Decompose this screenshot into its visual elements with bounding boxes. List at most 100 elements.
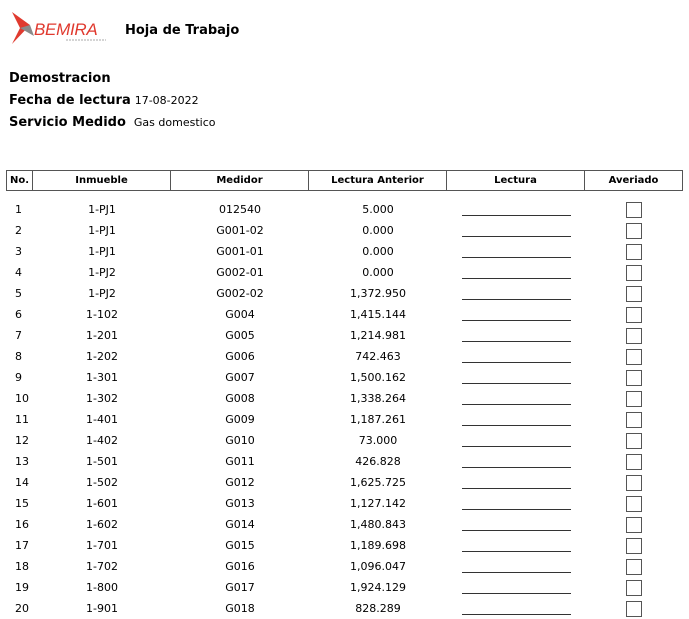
averiado-cell xyxy=(585,451,683,472)
averiado-checkbox[interactable] xyxy=(626,453,642,470)
averiado-cell xyxy=(585,556,683,577)
medidor-cell: G002-01 xyxy=(216,266,264,279)
averiado-checkbox[interactable] xyxy=(626,369,642,386)
row-number: 14 xyxy=(15,476,29,489)
lectura-cell xyxy=(447,220,585,241)
inmueble-cell: 1-302 xyxy=(86,392,118,405)
averiado-cell xyxy=(585,191,683,220)
lectura-blank-line xyxy=(461,518,571,532)
medidor-cell: G005 xyxy=(225,329,255,342)
lectura-blank-line xyxy=(461,203,571,217)
averiado-checkbox[interactable] xyxy=(626,243,642,260)
inmueble-cell: 1-201 xyxy=(86,329,118,342)
service-label: Servicio Medido xyxy=(9,115,126,130)
row-number: 9 xyxy=(15,371,22,384)
service-row: Servicio Medido Gas domestico xyxy=(9,115,215,130)
medidor-cell: G008 xyxy=(225,392,255,405)
averiado-checkbox[interactable] xyxy=(626,327,642,344)
table-body: 1 1-PJ1 012540 5.000 2 1-PJ1 G001-02 0.000 3 1-PJ… xyxy=(6,191,683,619)
inmueble-cell: 1-602 xyxy=(86,518,118,531)
inmueble-cell: 1-PJ1 xyxy=(88,224,116,237)
averiado-cell xyxy=(585,262,683,283)
averiado-checkbox[interactable] xyxy=(626,537,642,554)
averiado-cell xyxy=(585,304,683,325)
lectura-blank-line xyxy=(461,224,571,238)
row-number: 13 xyxy=(15,455,29,468)
lectura-anterior-cell: 1,625.725 xyxy=(350,476,406,489)
table-row: 7 1-201 G005 1,214.981 xyxy=(6,325,683,346)
table-row: 6 1-102 G004 1,415.144 xyxy=(6,304,683,325)
worksheet-table: No. Inmueble Medidor Lectura Anterior Le… xyxy=(6,170,683,619)
inmueble-cell: 1-701 xyxy=(86,539,118,552)
averiado-checkbox[interactable] xyxy=(626,285,642,302)
lectura-cell xyxy=(447,409,585,430)
lectura-anterior-cell: 1,189.698 xyxy=(350,539,406,552)
averiado-cell xyxy=(585,241,683,262)
averiado-checkbox[interactable] xyxy=(626,474,642,491)
svg-text:BEMIRA: BEMIRA xyxy=(34,20,97,39)
row-number: 5 xyxy=(15,287,22,300)
lectura-blank-line xyxy=(461,476,571,490)
row-number: 8 xyxy=(15,350,22,363)
averiado-checkbox[interactable] xyxy=(626,600,642,617)
lectura-cell xyxy=(447,472,585,493)
medidor-cell: G004 xyxy=(225,308,255,321)
averiado-checkbox[interactable] xyxy=(626,432,642,449)
averiado-cell xyxy=(585,388,683,409)
averiado-checkbox[interactable] xyxy=(626,558,642,575)
lectura-cell xyxy=(447,388,585,409)
row-number: 19 xyxy=(15,581,29,594)
medidor-cell: G001-02 xyxy=(216,224,264,237)
averiado-cell xyxy=(585,367,683,388)
table-row: 13 1-501 G011 426.828 xyxy=(6,451,683,472)
inmueble-cell: 1-PJ1 xyxy=(88,203,116,216)
medidor-cell: G002-02 xyxy=(216,287,264,300)
averiado-cell xyxy=(585,346,683,367)
bemira-logo: BEMIRA xyxy=(12,12,106,44)
medidor-cell: G011 xyxy=(225,455,255,468)
averiado-checkbox[interactable] xyxy=(626,348,642,365)
inmueble-cell: 1-402 xyxy=(86,434,118,447)
lectura-cell xyxy=(447,325,585,346)
averiado-cell xyxy=(585,514,683,535)
averiado-checkbox[interactable] xyxy=(626,579,642,596)
averiado-checkbox[interactable] xyxy=(626,495,642,512)
lectura-anterior-cell: 1,338.264 xyxy=(350,392,406,405)
averiado-cell xyxy=(585,430,683,451)
averiado-cell xyxy=(585,598,683,619)
averiado-checkbox[interactable] xyxy=(626,516,642,533)
row-number: 15 xyxy=(15,497,29,510)
table-row: 2 1-PJ1 G001-02 0.000 xyxy=(6,220,683,241)
inmueble-cell: 1-502 xyxy=(86,476,118,489)
col-header-averiado: Averiado xyxy=(585,170,683,191)
lectura-cell xyxy=(447,430,585,451)
row-number: 3 xyxy=(15,245,22,258)
averiado-cell xyxy=(585,535,683,556)
averiado-checkbox[interactable] xyxy=(626,264,642,281)
medidor-cell: G016 xyxy=(225,560,255,573)
inmueble-cell: 1-301 xyxy=(86,371,118,384)
averiado-checkbox[interactable] xyxy=(626,390,642,407)
averiado-cell xyxy=(585,409,683,430)
lectura-anterior-cell: 1,480.843 xyxy=(350,518,406,531)
medidor-cell: 012540 xyxy=(219,203,261,216)
table-row: 17 1-701 G015 1,189.698 xyxy=(6,535,683,556)
averiado-checkbox[interactable] xyxy=(626,411,642,428)
averiado-cell xyxy=(585,493,683,514)
averiado-checkbox[interactable] xyxy=(626,306,642,323)
lectura-anterior-cell: 73.000 xyxy=(358,434,398,447)
lectura-anterior-cell: 1,127.142 xyxy=(350,497,406,510)
table-row: 18 1-702 G016 1,096.047 xyxy=(6,556,683,577)
averiado-checkbox[interactable] xyxy=(626,222,642,239)
lectura-anterior-cell: 828.289 xyxy=(355,602,401,615)
medidor-cell: G018 xyxy=(225,602,255,615)
lectura-anterior-cell: 1,924.129 xyxy=(350,581,406,594)
lectura-blank-line xyxy=(461,329,571,343)
table-row: 9 1-301 G007 1,500.162 xyxy=(6,367,683,388)
lectura-blank-line xyxy=(461,581,571,595)
lectura-blank-line xyxy=(461,497,571,511)
row-number: 18 xyxy=(15,560,29,573)
averiado-checkbox[interactable] xyxy=(626,201,642,218)
row-number: 17 xyxy=(15,539,29,552)
averiado-cell xyxy=(585,283,683,304)
